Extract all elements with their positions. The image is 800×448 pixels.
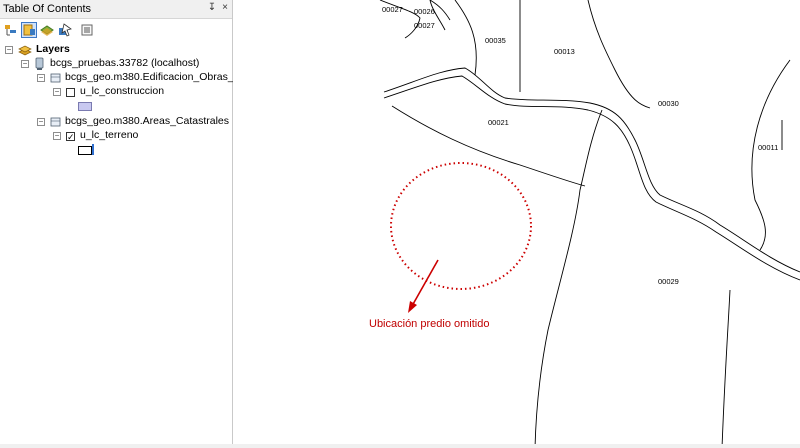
parcel-boundary xyxy=(751,59,791,251)
parcel-label: 00026 xyxy=(414,7,435,16)
layer-construccion-label[interactable]: u_lc_construccion xyxy=(80,85,164,97)
layers-root-label[interactable]: Layers xyxy=(36,43,70,55)
omitted-parcel-marker xyxy=(390,162,532,290)
parcel-label: 00021 xyxy=(488,118,509,127)
database-connection-icon xyxy=(35,57,44,70)
layer-construccion-checkbox[interactable] xyxy=(66,87,75,97)
parcel-label: 00013 xyxy=(554,47,575,56)
options-button[interactable] xyxy=(79,22,95,38)
list-by-visibility-icon xyxy=(40,25,54,36)
pin-icon[interactable]: ↧ xyxy=(206,2,218,14)
group-label-areas[interactable]: bcgs_geo.m380.Areas_Catastrales xyxy=(65,115,229,127)
layers-stack-icon xyxy=(18,45,32,56)
layer-terreno-checkbox[interactable]: ✓ xyxy=(66,131,75,141)
parcel-label: 00030 xyxy=(658,99,679,108)
parcel-label: 00029 xyxy=(658,277,679,286)
parcel-label: 00035 xyxy=(485,36,506,45)
group-label-edificacion[interactable]: bcgs_geo.m380.Edificacion_Obras_Civil xyxy=(65,71,254,83)
database-label[interactable]: bcgs_pruebas.33782 (localhost) xyxy=(50,57,199,69)
list-by-visibility-button[interactable] xyxy=(39,22,55,38)
parcel-boundaries xyxy=(379,0,800,448)
collapse-layer-construccion-toggle[interactable]: − xyxy=(53,88,61,96)
omitted-parcel-annotation: Ubicación predio omitido xyxy=(369,318,490,330)
callout-arrowhead xyxy=(408,301,417,313)
options-icon xyxy=(81,24,93,36)
toc-toolbar xyxy=(0,20,232,40)
layer-terreno-label[interactable]: u_lc_terreno xyxy=(80,129,138,141)
list-by-source-icon xyxy=(23,24,35,36)
parcel-boundary xyxy=(454,0,477,76)
terreno-symbol-swatch[interactable] xyxy=(78,146,92,155)
parcel-boundary xyxy=(587,0,651,109)
parcel-label: 00027 xyxy=(414,21,435,30)
collapse-layers-toggle[interactable]: − xyxy=(5,46,13,54)
collapse-layer-terreno-toggle[interactable]: − xyxy=(53,132,61,140)
parcel-label: 00027 xyxy=(382,5,403,14)
list-by-source-button[interactable] xyxy=(21,22,37,38)
collapse-group-areas-toggle[interactable]: − xyxy=(37,118,45,126)
parcel-label: 00011 xyxy=(758,143,778,152)
toc-title: Table Of Contents xyxy=(3,3,92,15)
stream-edge-south xyxy=(383,75,800,281)
collapse-database-toggle[interactable]: − xyxy=(21,60,29,68)
close-icon[interactable]: × xyxy=(219,2,231,14)
map-view[interactable]: 00027 00026 00027 00035 00013 00030 0002… xyxy=(233,0,800,448)
bottom-border-strip xyxy=(0,444,800,448)
feature-dataset-icon xyxy=(50,117,61,127)
collapse-group-edificacion-toggle[interactable]: − xyxy=(37,74,45,82)
parcel-boundary xyxy=(721,289,731,448)
list-by-selection-button[interactable] xyxy=(57,22,73,38)
parcel-boundary xyxy=(534,109,603,448)
callout-arrow-line xyxy=(411,259,439,307)
list-by-selection-icon xyxy=(59,23,72,37)
parcel-map: 00027 00026 00027 00035 00013 00030 0002… xyxy=(379,0,800,448)
toc-title-bar: Table Of Contents ↧ × xyxy=(0,0,232,19)
list-by-drawing-order-button[interactable] xyxy=(3,22,19,38)
stream-edge-north xyxy=(383,67,800,273)
feature-dataset-icon xyxy=(50,73,61,83)
table-of-contents-panel: Table Of Contents ↧ × − Layers − bcgs_pr… xyxy=(0,0,254,448)
text-caret xyxy=(92,144,94,155)
list-by-drawing-order-icon xyxy=(5,25,16,36)
construccion-symbol-swatch[interactable] xyxy=(78,102,92,111)
